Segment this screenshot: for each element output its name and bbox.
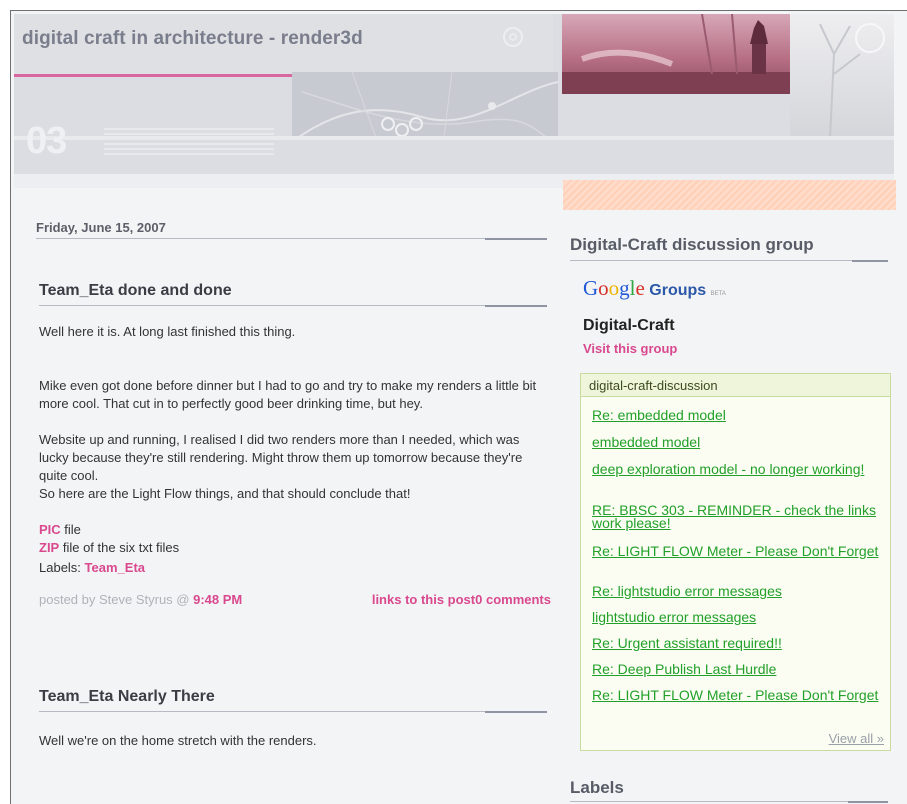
sidebar-title: Digital-Craft discussion group (570, 235, 814, 254)
post-paragraph: Mike even got done before dinner but I h… (39, 378, 537, 411)
discussion-topic-link[interactable]: lightstudio error messages (592, 610, 882, 624)
labels-line: Labels: Team_Eta (39, 559, 551, 577)
discussion-topic-link[interactable]: Re: LIGHT FLOW Meter - Please Don't Forg… (592, 544, 882, 558)
issue-number: 03 (26, 120, 67, 162)
labels-title: Labels (570, 778, 624, 797)
beta-badge: BETA (710, 291, 726, 297)
google-logo: Google (583, 276, 645, 300)
header-park-photo (790, 14, 894, 140)
discussion-group-heading: Digital-Craft discussion group (570, 235, 888, 262)
label-link[interactable]: Team_Eta (85, 560, 145, 575)
discussion-box-header: digital-craft-discussion (581, 374, 890, 397)
comments-link[interactable]: 0 comments (475, 592, 551, 607)
labels-heading: Labels (570, 778, 888, 803)
discussion-topic-link[interactable]: embedded model (592, 435, 882, 449)
post-date: Friday, June 15, 2007 (36, 220, 166, 235)
posted-by: posted by Steve Styrus @ 9:48 PM (39, 591, 242, 609)
header-statue-photo (562, 14, 790, 94)
post-links: links to this post0 comments (372, 591, 551, 609)
discussion-topic-link[interactable]: Re: lightstudio error messages (592, 584, 882, 598)
labels-prefix: Labels: (39, 560, 85, 575)
circle-ornament-icon (503, 27, 523, 47)
post-paragraph: Well here it is. At long last finished t… (39, 324, 296, 339)
posted-by-text: posted by Steve Styrus @ (39, 592, 194, 607)
visit-group-link[interactable]: Visit this group (583, 341, 677, 356)
header-banner: digital craft in architecture - render3d (14, 14, 894, 188)
discussion-topic-link[interactable]: Re: LIGHT FLOW Meter - Please Don't Forg… (592, 688, 882, 702)
zip-line: ZIP file of the six txt files (39, 539, 551, 557)
discussion-topic-link[interactable]: Re: embedded model (592, 408, 882, 422)
post-1-body: Well here it is. At long last finished t… (39, 323, 551, 609)
statue-silhouette-icon (562, 14, 790, 94)
post-paragraph: Well we're on the home stretch with the … (39, 733, 317, 748)
discussion-topic-link[interactable]: Re: Urgent assistant required!! (592, 636, 882, 650)
google-groups-logo[interactable]: Google Groups BETA (583, 276, 803, 301)
groups-wordmark: Groups (649, 282, 707, 299)
post-paragraph: So here are the Light Flow things, and t… (39, 486, 411, 501)
post-title[interactable]: Team_Eta Nearly There (39, 688, 215, 705)
discussion-topic-link[interactable]: Re: Deep Publish Last Hurdle (592, 662, 882, 676)
post-2-body: Well we're on the home stretch with the … (39, 732, 551, 750)
view-all-link[interactable]: View all » (829, 731, 884, 746)
date-header: Friday, June 15, 2007 (36, 220, 547, 240)
post-1: Team_Eta done and done (39, 282, 547, 307)
discussion-topic-link[interactable]: deep exploration model - no longer worki… (592, 462, 882, 476)
post-title[interactable]: Team_Eta done and done (39, 282, 232, 299)
post-footer: posted by Steve Styrus @ 9:48 PM links t… (39, 591, 551, 609)
zip-link[interactable]: ZIP (39, 540, 59, 555)
zip-text: file of the six txt files (59, 540, 180, 555)
links-to-post-link[interactable]: links to this post (372, 592, 475, 607)
discussion-topic-link[interactable]: RE: BBSC 303 - REMINDER - check the link… (592, 503, 882, 530)
post-paragraph: Website up and running, I realised I did… (39, 432, 523, 483)
tree-icon (819, 23, 885, 140)
group-name: Digital-Craft (583, 317, 675, 334)
discussion-list-box: digital-craft-discussion Re: embedded mo… (580, 373, 891, 751)
pic-link[interactable]: PIC (39, 522, 61, 537)
pic-text: file (60, 522, 81, 537)
sidebar-accent-band (563, 180, 896, 210)
post-2: Team_Eta Nearly There (39, 688, 547, 713)
header-fine-print (104, 128, 274, 156)
pic-line: PIC file (39, 521, 551, 539)
site-title[interactable]: digital craft in architecture - render3d (22, 28, 363, 50)
post-time-link[interactable]: 9:48 PM (193, 592, 242, 607)
